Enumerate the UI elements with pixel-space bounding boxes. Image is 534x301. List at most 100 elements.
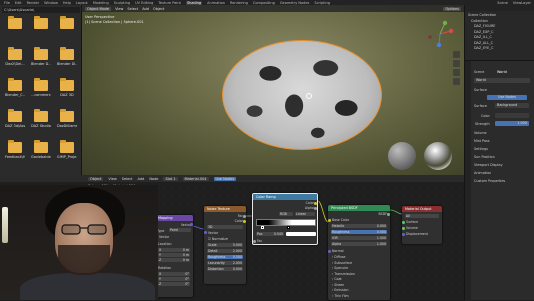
menu-texture-paint[interactable]: Texture Paint bbox=[158, 1, 181, 5]
outliner-item[interactable]: DAZ_EYE_C bbox=[474, 46, 493, 50]
viewport-menu-view[interactable]: View bbox=[115, 7, 123, 11]
viewport-menu-add[interactable]: Add bbox=[142, 7, 149, 11]
mapping-rot-z[interactable]: Z 0° bbox=[158, 282, 190, 286]
mapping-loc-z[interactable]: Z 0 m bbox=[158, 258, 190, 262]
folder-item[interactable]: Blender_C... bbox=[5, 78, 25, 97]
surface-input-socket[interactable] bbox=[402, 221, 405, 224]
section-animation[interactable]: Animation bbox=[474, 171, 491, 175]
noise-normalize-checkbox[interactable]: ☑ Normalize bbox=[208, 237, 228, 241]
menu-modeling[interactable]: Modeling bbox=[93, 1, 109, 5]
camera-view-icon[interactable] bbox=[453, 69, 460, 76]
principled-section-coat[interactable]: › Coat bbox=[332, 277, 342, 281]
noise-distortion-field[interactable]: Distortion 0.000 bbox=[207, 267, 243, 271]
tab-world[interactable]: World bbox=[497, 70, 507, 74]
mapping-rot-x[interactable]: X 0° bbox=[158, 272, 190, 276]
color-ramp-node[interactable]: Color Ramp Color Alpha RGB Linear Pos 0.… bbox=[252, 193, 318, 245]
ramp-pos-field[interactable]: Pos 0.545 bbox=[256, 232, 284, 236]
menu-animation[interactable]: Animation bbox=[207, 1, 225, 5]
material-selector[interactable]: Material.004 bbox=[182, 176, 209, 181]
folder-item[interactable]: GIMP_Proje... bbox=[57, 140, 77, 159]
noise-texture-node[interactable]: Noise Texture Fac Color 3D Vector ☑ Norm… bbox=[204, 206, 246, 284]
folder-item[interactable]: Blender Di... bbox=[57, 47, 77, 66]
principled-metallic-field[interactable]: Metallic 0.000 bbox=[331, 224, 387, 228]
principled-section-sheen[interactable]: › Sheen bbox=[332, 283, 344, 287]
grid-icon[interactable] bbox=[453, 78, 460, 85]
pan-icon[interactable] bbox=[453, 60, 460, 67]
ramp-color-socket[interactable] bbox=[314, 202, 317, 205]
principled-section-subsurface[interactable]: › Subsurface bbox=[332, 261, 352, 265]
noise-dimension-dropdown[interactable]: 3D bbox=[207, 225, 243, 229]
material-output-header[interactable]: Material Output bbox=[402, 206, 442, 212]
noise-vector-socket[interactable] bbox=[204, 231, 207, 234]
ramp-stop-color-swatch[interactable] bbox=[286, 232, 316, 236]
folder-item[interactable]: DazDilliams bbox=[57, 109, 77, 128]
outliner-item[interactable]: DAZ_ALL_C bbox=[474, 41, 493, 45]
section-volume[interactable]: Volume bbox=[474, 131, 487, 135]
color-swatch[interactable] bbox=[495, 113, 529, 118]
folder-item[interactable] bbox=[57, 16, 77, 31]
use-nodes-button[interactable]: Use Nodes bbox=[487, 95, 527, 100]
ne-menu-object[interactable]: Object bbox=[88, 176, 104, 181]
menu-help[interactable]: Help bbox=[63, 1, 71, 5]
noise-color-socket[interactable] bbox=[243, 220, 246, 223]
noise-lacunarity-field[interactable]: Lacunarity 2.000 bbox=[207, 261, 243, 265]
principled-node-header[interactable]: Principled BSDF bbox=[328, 205, 390, 211]
principled-section-emission[interactable]: › Emission bbox=[332, 288, 348, 292]
noise-roughness-field[interactable]: Roughness 0.500 bbox=[207, 255, 243, 259]
color-ramp-gradient[interactable] bbox=[256, 219, 316, 226]
base-color-socket[interactable] bbox=[328, 219, 331, 222]
mapping-node-header[interactable]: Mapping bbox=[155, 215, 193, 221]
principled-section-thin-film[interactable]: › Thin Film bbox=[332, 294, 349, 298]
section-sun-position[interactable]: Sun Position bbox=[474, 155, 495, 159]
menu-geometry-nodes[interactable]: Geometry Nodes bbox=[280, 1, 310, 5]
color-ramp-node-header[interactable]: Color Ramp bbox=[253, 194, 317, 200]
menu-compositing[interactable]: Compositing bbox=[253, 1, 275, 5]
selected-sphere-object[interactable] bbox=[222, 40, 382, 150]
principled-ior-field[interactable]: IOR 1.500 bbox=[331, 236, 387, 240]
noise-scale-field[interactable]: Scale 5.000 bbox=[207, 243, 243, 247]
properties-tab-strip[interactable] bbox=[465, 61, 471, 301]
menu-window[interactable]: Window bbox=[44, 1, 58, 5]
ramp-mode-dropdown[interactable]: RGB bbox=[279, 212, 293, 216]
principled-section-transmission[interactable]: › Transmission bbox=[332, 272, 355, 276]
navigation-gizmo-icon[interactable] bbox=[425, 19, 455, 49]
ramp-stop-white[interactable] bbox=[287, 226, 290, 229]
viewport-menu-object[interactable]: Object bbox=[153, 7, 164, 11]
ramp-alpha-socket[interactable] bbox=[314, 207, 317, 210]
output-target-dropdown[interactable]: All bbox=[405, 214, 439, 218]
ramp-interp-dropdown[interactable]: Linear bbox=[295, 212, 315, 216]
surface-shader-field[interactable]: Background bbox=[495, 103, 529, 108]
principled-bsdf-node[interactable]: Principled BSDF BSDF Base Color Metallic… bbox=[328, 205, 390, 300]
ne-use-nodes-toggle[interactable]: Use Nodes bbox=[213, 176, 237, 181]
outliner-item[interactable]: DAZ_EXP_C bbox=[474, 30, 493, 34]
world-name-field[interactable]: World bbox=[474, 78, 530, 83]
folder-item[interactable]: Dez2\Del... bbox=[5, 47, 25, 66]
outliner-item[interactable]: Scene Collection bbox=[468, 13, 496, 17]
bsdf-output-socket[interactable] bbox=[387, 213, 390, 216]
section-settings[interactable]: Settings bbox=[474, 147, 488, 151]
menu-rendering[interactable]: Rendering bbox=[230, 1, 248, 5]
menu-scripting[interactable]: Scripting bbox=[314, 1, 330, 5]
ne-menu-node[interactable]: Node bbox=[149, 177, 158, 181]
folder-item[interactable] bbox=[5, 16, 25, 31]
scene-selector[interactable]: Scene bbox=[497, 1, 508, 5]
mapping-loc-x[interactable]: X 0 m bbox=[158, 248, 190, 252]
principled-alpha-field[interactable]: Alpha 1.000 bbox=[331, 242, 387, 246]
file-path-field[interactable]: C:\Users\Usuario\ bbox=[2, 7, 80, 13]
principled-roughness-field[interactable]: Roughness 0.500 bbox=[331, 230, 387, 234]
ne-menu-view[interactable]: View bbox=[108, 177, 116, 181]
tab-scene[interactable]: Scene bbox=[474, 70, 484, 74]
folder-item[interactable]: Blender D... bbox=[31, 47, 51, 66]
outliner-item[interactable]: DAZ_FIGURE bbox=[474, 24, 495, 28]
noise-detail-field[interactable]: Detail 2.000 bbox=[207, 249, 243, 253]
menu-render[interactable]: Render bbox=[27, 1, 39, 5]
mapping-output-socket[interactable] bbox=[190, 223, 193, 226]
menu-edit[interactable]: Edit bbox=[15, 1, 22, 5]
ramp-stop-black[interactable] bbox=[261, 226, 264, 229]
folder-item[interactable]: Feedback\Hub bbox=[5, 140, 25, 159]
menu-sculpting[interactable]: Sculpting bbox=[114, 1, 130, 5]
strength-field[interactable]: 1.000 bbox=[495, 121, 529, 126]
slot-selector[interactable]: Slot 1 bbox=[163, 176, 178, 181]
ne-menu-add[interactable]: Add bbox=[138, 177, 145, 181]
mapping-node[interactable]: Mapping Vector Type Point Vector Locatio… bbox=[155, 215, 193, 297]
